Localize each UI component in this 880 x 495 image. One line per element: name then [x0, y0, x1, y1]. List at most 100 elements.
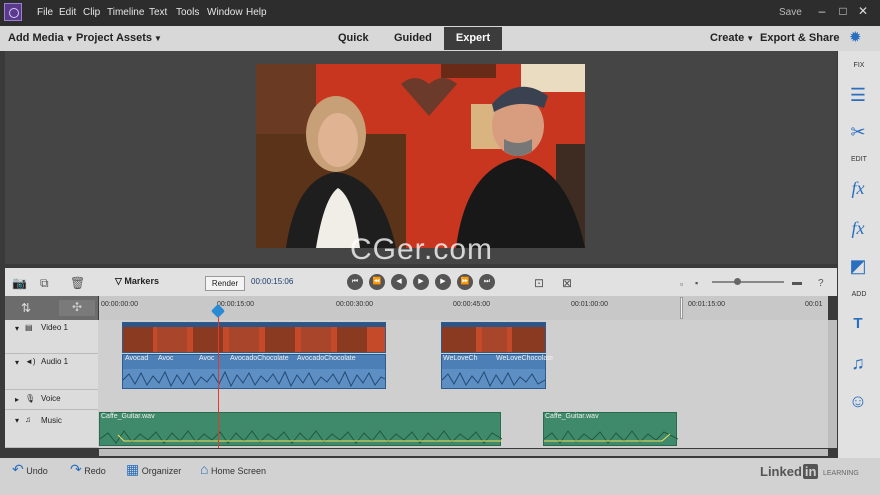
video-clip-avocado[interactable] [122, 322, 386, 353]
music-note-icon: ♫ [25, 415, 31, 424]
create-button[interactable]: Create ▼ [710, 26, 754, 51]
camera-icon[interactable]: 📷 [12, 275, 27, 291]
menu-tools[interactable]: Tools [176, 0, 199, 26]
markers-dropdown[interactable]: ▽ Markers [115, 276, 159, 287]
audio-clip-label: WeLoveCh [443, 355, 478, 362]
menu-timeline[interactable]: Timeline [107, 0, 144, 26]
graphics-icon[interactable]: ☺ [846, 390, 870, 412]
project-assets-button[interactable]: Project Assets ▼ [76, 26, 162, 51]
undo-icon: ↶ [12, 461, 24, 477]
track-name-voice: Voice [41, 394, 61, 403]
music-clip-label: Caffe_Guitar.wav [545, 413, 599, 420]
organizer-icon: ▦ [126, 461, 140, 477]
step-forward-icon[interactable]: ▶ [435, 274, 451, 290]
maximize-icon[interactable]: □ [836, 4, 850, 18]
audio-waveform [100, 430, 502, 444]
video-clip-welove[interactable] [441, 322, 546, 353]
smart-trim-icon[interactable]: ✣ [59, 300, 95, 316]
render-button[interactable]: Render [205, 276, 245, 291]
add-section-label: ADD [851, 291, 867, 298]
goto-start-icon[interactable]: ⏮ [347, 274, 363, 290]
music-clip-caffe-guitar-1[interactable] [99, 412, 502, 446]
expand-track-icon[interactable]: ▸ [15, 395, 19, 404]
microphone-icon: 🎙 [25, 394, 36, 403]
menu-window[interactable]: Window [207, 0, 243, 26]
clip-thumbnails [442, 323, 545, 352]
audio-clip-label: AvocadoChocolate [297, 355, 356, 362]
ruler-tick: 00:01:15:00 [688, 301, 725, 308]
export-share-button[interactable]: Export & Share [760, 26, 839, 51]
expand-track-icon[interactable]: ▾ [15, 324, 19, 333]
track-name-music: Music [41, 416, 62, 425]
ruler-header: ⇅ ✣ [5, 296, 98, 320]
audio-clip-label: AvocadoChocolate [230, 355, 289, 362]
zoom-in-icon[interactable]: ▬ [792, 275, 802, 291]
play-icon[interactable]: ▶ [413, 274, 429, 290]
fit-to-screen-icon[interactable]: ⊡ [534, 275, 544, 291]
step-back-icon[interactable]: ◀ [391, 274, 407, 290]
playhead-line[interactable] [218, 306, 219, 448]
track-header-voice: ▸ 🎙 Voice [5, 390, 98, 410]
close-icon[interactable]: ✕ [856, 4, 870, 18]
track-settings-icon[interactable]: ⇅ [21, 301, 31, 315]
minimize-icon[interactable]: – [815, 4, 829, 18]
undo-button[interactable]: ↶ Undo [12, 458, 48, 480]
create-label: Create [710, 32, 745, 44]
save-button[interactable]: Save [779, 0, 802, 26]
zoom-slider-handle[interactable] [734, 278, 741, 285]
media-add-icon[interactable]: ⧉ [40, 275, 49, 291]
audio-clip-label: Avoc [199, 355, 215, 362]
tab-quick[interactable]: Quick [338, 26, 369, 51]
titles-icon[interactable]: T [846, 313, 870, 335]
fast-forward-icon[interactable]: ⏩ [457, 274, 473, 290]
home-screen-button[interactable]: ⌂ Home Screen [200, 458, 266, 480]
video-preview[interactable] [256, 64, 585, 248]
render-preview-icon[interactable]: ⊠ [562, 275, 572, 291]
menu-help[interactable]: Help [246, 0, 267, 26]
chevron-down-icon: ▼ [746, 34, 755, 43]
home-icon: ⌂ [200, 461, 209, 477]
help-icon[interactable]: ? [818, 276, 824, 292]
organizer-label: Organizer [141, 466, 182, 476]
organizer-button[interactable]: ▦ Organizer [126, 458, 181, 480]
gear-icon[interactable]: ✹ [849, 30, 862, 46]
menu-file[interactable]: File [37, 0, 53, 26]
menu-text[interactable]: Text [149, 0, 167, 26]
tab-guided[interactable]: Guided [394, 26, 432, 51]
menu-clip[interactable]: Clip [83, 0, 100, 26]
music-icon[interactable]: ♫ [846, 352, 870, 374]
timeline-horizontal-scrollbar[interactable] [99, 449, 828, 456]
expand-track-icon[interactable]: ▾ [15, 358, 19, 367]
zoom-slider-track[interactable] [712, 281, 784, 283]
menu-edit[interactable]: Edit [59, 0, 76, 26]
audio-clip-label: WeLoveChocolate [496, 355, 554, 362]
video-track-icon: ▤ [25, 323, 33, 332]
tools-icon[interactable]: ✂ [846, 121, 870, 143]
adjustments-icon[interactable]: ☰ [846, 84, 870, 106]
trash-icon[interactable]: 🗑 [70, 275, 85, 291]
timeline-ruler[interactable] [99, 296, 828, 320]
expand-track-icon[interactable]: ▾ [15, 416, 19, 425]
tab-expert[interactable]: Expert [444, 27, 502, 50]
ruler-tick: 00:00:15:00 [217, 301, 254, 308]
learning-label: LEARNING [823, 470, 859, 477]
add-media-button[interactable]: Add Media ▼ [8, 26, 74, 51]
clip-thumbnails [123, 323, 385, 352]
zoom-out-icon[interactable]: ▫ [680, 276, 683, 292]
rewind-icon[interactable]: ⏪ [369, 274, 385, 290]
goto-end-icon[interactable]: ⏭ [479, 274, 495, 290]
ruler-tick: 00:00:45:00 [453, 301, 490, 308]
linkedin-in-mark: in [802, 464, 819, 479]
zoom-small-icon[interactable]: ▪ [695, 275, 698, 291]
app-logo-icon [4, 3, 22, 21]
track-name-video-1: Video 1 [41, 323, 68, 332]
applied-effects-icon[interactable]: fx [846, 177, 870, 199]
transitions-icon[interactable]: ◩ [846, 255, 870, 277]
audio-waveform [442, 369, 545, 388]
redo-button[interactable]: ↷ Redo [70, 458, 106, 480]
watermark-text: CGer.com [350, 233, 494, 266]
work-area-end-handle[interactable] [680, 297, 683, 319]
speaker-icon: ◄) [25, 357, 36, 366]
timeline-vertical-scrollbar[interactable] [828, 320, 837, 448]
effects-icon[interactable]: fx [846, 217, 870, 239]
